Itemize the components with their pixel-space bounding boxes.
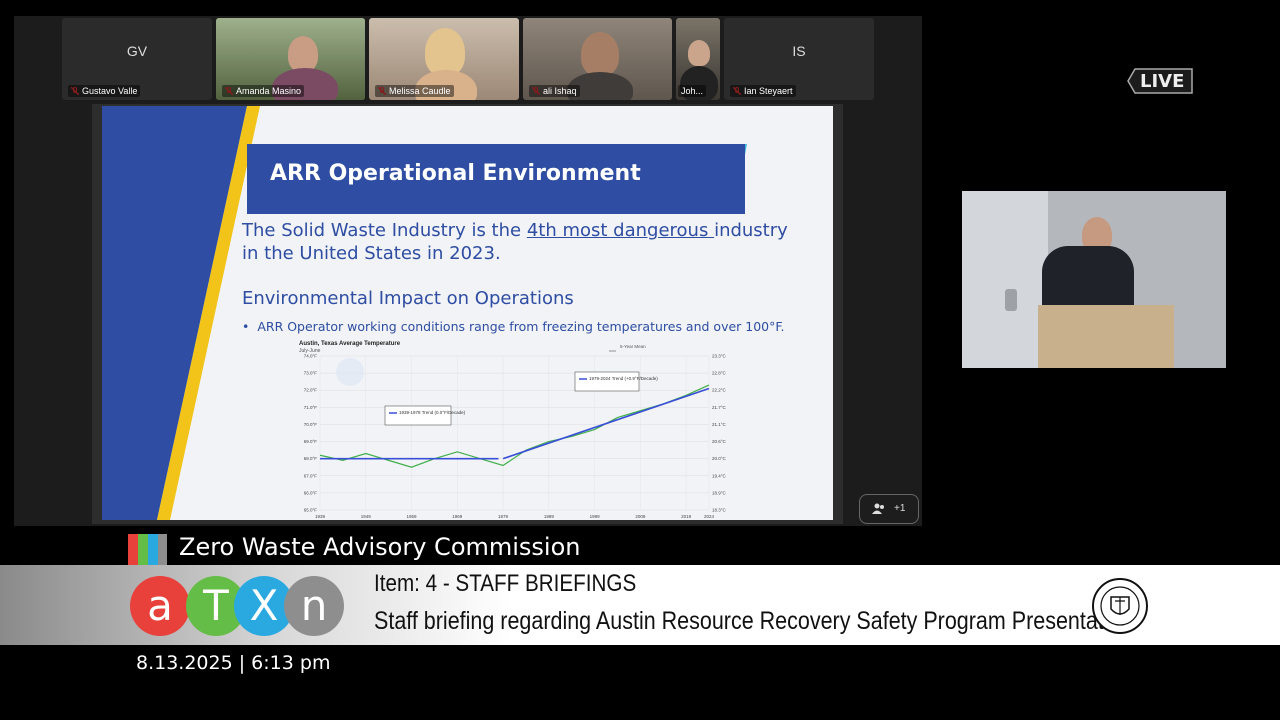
- participant-face: [425, 28, 465, 76]
- participant-tile-ian[interactable]: IS Ian Steyaert: [724, 18, 874, 100]
- slide-statement: The Solid Waste Industry is the 4th most…: [242, 220, 788, 241]
- participant-name: Ian Steyaert: [730, 85, 796, 97]
- live-label: LIVE: [1140, 71, 1185, 92]
- y-tick-label-left: 66.0°F: [304, 490, 318, 495]
- chart-ticks: 65.0°F 18.3°C 66.0°F 18.9°C 67.0°F 19.4°C 68.0…: [304, 354, 727, 520]
- x-tick-label: 1999: [590, 514, 601, 519]
- y-tick-label-right: 22.8°C: [712, 371, 727, 376]
- atxn-logo-n: n: [284, 576, 344, 636]
- y-tick-label-right: 20.6°C: [712, 439, 727, 444]
- slide-statement-line2: in the United States in 2023.: [242, 243, 501, 264]
- shared-screen: ARR Operational Environment The Solid Wa…: [92, 104, 843, 524]
- temperature-chart: Austin, Texas Average Temperature July-J…: [299, 341, 727, 520]
- participant-name: ali Ishaq: [529, 85, 580, 97]
- participant-initials: GV: [126, 42, 148, 59]
- legend-trend1-box: [384, 405, 452, 426]
- participant-tile-ali[interactable]: ali Ishaq: [523, 18, 672, 100]
- y-tick-label-left: 70.0°F: [304, 422, 318, 427]
- city-of-austin-seal-icon: [1092, 578, 1148, 634]
- noaa-logo-watermark: [336, 358, 364, 386]
- color-bar-gray: [158, 534, 167, 565]
- y-tick-label-left: 73.0°F: [304, 371, 318, 376]
- x-tick-label: 1949: [361, 514, 372, 519]
- participant-tile-melissa[interactable]: Melissa Caudle: [369, 18, 519, 100]
- participant-face: [581, 32, 619, 76]
- chart-series: [319, 384, 710, 468]
- chart-title: Austin, Texas Average Temperature: [299, 341, 401, 347]
- atxn-logo-a: a: [130, 576, 190, 636]
- y-tick-label-left: 71.0°F: [304, 405, 318, 410]
- x-tick-label: 1989: [544, 514, 555, 519]
- slide-title: ARR Operational Environment: [270, 161, 641, 186]
- presentation-slide: ARR Operational Environment The Solid Wa…: [102, 106, 833, 520]
- slide-bullet: • ARR Operator working conditions range …: [242, 319, 785, 334]
- bullet-marker: •: [242, 319, 258, 334]
- x-tick-label: 1939: [315, 514, 326, 519]
- y-tick-label-right: 21.7°C: [712, 405, 727, 410]
- y-tick-label-right: 20.0°C: [712, 456, 727, 461]
- participants-button[interactable]: +1: [859, 494, 919, 524]
- x-tick-label: 2024: [704, 514, 715, 519]
- commission-title: Zero Waste Advisory Commission: [179, 533, 581, 561]
- participant-name: Amanda Masino: [222, 85, 305, 97]
- y-tick-label-left: 69.0°F: [304, 439, 318, 444]
- legend-mean-label: 5-Year Mean: [620, 344, 646, 349]
- color-bar-green: [138, 534, 148, 565]
- participant-name: Gustavo Valle: [68, 85, 141, 97]
- x-tick-label: 2009: [635, 514, 646, 519]
- participant-tile-gustavo[interactable]: GV Gustavo Valle: [62, 18, 212, 100]
- bullet-text: ARR Operator working conditions range fr…: [257, 319, 785, 334]
- y-tick-label-right: 19.4°C: [712, 473, 727, 478]
- y-tick-label-right: 18.9°C: [712, 490, 727, 495]
- briefing-title: Staff briefing regarding Austin Resource…: [374, 607, 1133, 635]
- legend-trend2-label: 1979-2024 Trend (+0.9°F/Decade): [589, 376, 658, 381]
- legend-trend2-box: [574, 371, 640, 392]
- y-tick-label-left: 65.0°F: [304, 508, 318, 513]
- y-tick-label-left: 68.0°F: [304, 456, 318, 461]
- people-count: +1: [894, 503, 906, 514]
- y-tick-label-left: 67.0°F: [304, 473, 318, 478]
- participant-tile-amanda[interactable]: Amanda Masino: [216, 18, 365, 100]
- trend-line: [502, 387, 710, 460]
- x-tick-label: 2019: [681, 514, 692, 519]
- participant-name: Melissa Caudle: [375, 85, 454, 97]
- y-tick-label-right: 23.3°C: [712, 354, 727, 359]
- statement-link[interactable]: 4th most dangerous: [527, 220, 714, 241]
- wall-outlet: [1005, 289, 1017, 311]
- wall-panel: [962, 191, 1048, 368]
- x-tick-label: 1959: [407, 514, 418, 519]
- people-icon: [872, 503, 884, 514]
- legend-trend1-label: 1939-1978 Trend (0.0°F/Decade): [399, 410, 466, 415]
- participant-name: Joh...: [678, 85, 707, 97]
- y-tick-label-right: 22.2°C: [712, 388, 727, 393]
- statement-text: The Solid Waste Industry is the: [242, 220, 527, 241]
- y-tick-label-left: 74.0°F: [304, 354, 318, 359]
- participant-face: [288, 36, 318, 72]
- slide-subheading: Environmental Impact on Operations: [242, 288, 574, 309]
- participant-face: [688, 40, 710, 66]
- agenda-item: Item: 4 - STAFF BRIEFINGS: [374, 570, 637, 597]
- participant-tile-john[interactable]: Joh...: [676, 18, 720, 100]
- participant-initials: IS: [792, 42, 806, 59]
- y-tick-label-right: 21.1°C: [712, 422, 727, 427]
- speaker-camera-feed: [962, 191, 1226, 368]
- statement-text: industry: [714, 220, 788, 241]
- color-bar-red: [128, 534, 138, 565]
- color-bar-blue: [148, 534, 158, 565]
- x-tick-label: 1969: [452, 514, 463, 519]
- lectern: [1038, 305, 1174, 368]
- y-tick-label-left: 72.0°F: [304, 388, 318, 393]
- x-tick-label: 1979: [498, 514, 509, 519]
- y-tick-label-right: 18.3°C: [712, 508, 727, 513]
- broadcast-datetime: 8.13.2025 | 6:13 pm: [136, 652, 331, 674]
